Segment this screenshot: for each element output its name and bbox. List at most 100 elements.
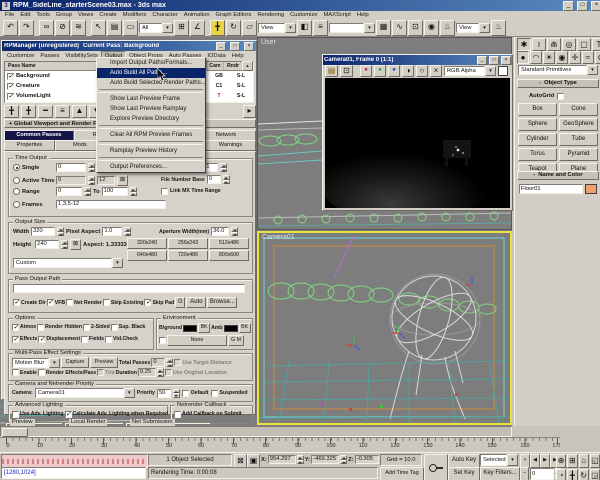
- add-time-tag-button[interactable]: Add Time Tag: [380, 467, 424, 480]
- close-button[interactable]: ×: [244, 42, 254, 51]
- blue-channel-icon[interactable]: ●: [388, 65, 400, 77]
- total-passes-field[interactable]: 0: [151, 358, 165, 367]
- key-mode-combo[interactable]: Selected ▼: [480, 454, 518, 466]
- select-and-rotate-icon[interactable]: ↻: [226, 20, 241, 36]
- key-step-icon[interactable]: –: [520, 467, 529, 480]
- select-and-scale-icon[interactable]: ▱: [242, 20, 257, 36]
- unlink-selection-icon[interactable]: ⊘: [55, 20, 70, 36]
- env-map-button[interactable]: None: [167, 335, 227, 346]
- preset-640x480-button[interactable]: 640x480: [127, 250, 167, 261]
- key-filters-button[interactable]: Key Filters...: [480, 467, 520, 480]
- amb-lock-button[interactable]: BK: [239, 323, 251, 333]
- maximize-button[interactable]: □: [577, 1, 588, 11]
- use-target-distance-checkbox[interactable]: [174, 359, 181, 366]
- spinner[interactable]: [157, 368, 164, 377]
- minimize-button[interactable]: _: [477, 56, 487, 65]
- arc-rotate-icon[interactable]: ↻: [579, 469, 589, 480]
- use-original-location-checkbox[interactable]: [165, 369, 172, 376]
- menu-item-output-preferences[interactable]: Output Preferences...: [97, 162, 205, 172]
- menu-animation[interactable]: Animation: [181, 11, 213, 19]
- size-preset-combo[interactable]: Custom ▼: [13, 258, 123, 268]
- quick-render-icon[interactable]: ♨: [491, 20, 506, 36]
- vfb-checkbox[interactable]: [47, 299, 54, 306]
- file-number-base-field[interactable]: 0: [207, 175, 221, 184]
- time-slider-handle[interactable]: [2, 428, 28, 437]
- render-type-combo[interactable]: View ▼: [456, 23, 490, 33]
- column-header[interactable]: Rndr: [223, 62, 242, 70]
- zoom-extents-icon[interactable]: ⌂: [579, 454, 589, 468]
- effects-checkbox[interactable]: [12, 336, 19, 343]
- camera-combo[interactable]: Camera01 ▼: [35, 388, 135, 398]
- clear-icon[interactable]: ×: [430, 65, 442, 77]
- copy-pass-icon[interactable]: ╋: [21, 105, 36, 118]
- set-key-big-button[interactable]: [424, 454, 448, 480]
- rpm-menu-passes[interactable]: Passes: [37, 52, 62, 60]
- delete-pass-icon[interactable]: ━: [38, 105, 53, 118]
- maximize-button[interactable]: □: [489, 56, 499, 65]
- active-to-field[interactable]: 12: [97, 176, 115, 185]
- render-scene-icon[interactable]: ♨: [440, 20, 455, 36]
- frames-radio[interactable]: [13, 201, 20, 208]
- chevron-down-icon[interactable]: ▼: [285, 23, 296, 33]
- auto-key-button[interactable]: Auto Key: [448, 454, 480, 468]
- mirror-icon[interactable]: ◧: [297, 20, 312, 36]
- background-color-swatch[interactable]: [183, 325, 197, 332]
- preset-720x486-button[interactable]: 720x486: [168, 250, 208, 261]
- tint-checkbox[interactable]: [97, 369, 104, 376]
- hierarchy-tab-icon[interactable]: ⋒: [547, 38, 561, 51]
- title-bar[interactable]: 3 RPM_SideLine_starterScene03.max - 3ds …: [0, 0, 600, 11]
- chevron-down-icon[interactable]: ▼: [162, 23, 173, 33]
- column-header[interactable]: Cam: [206, 62, 223, 70]
- chevron-down-icon[interactable]: ▼: [507, 454, 518, 466]
- move-pass-up-icon[interactable]: ▲: [72, 105, 87, 118]
- link-time-range-checkbox[interactable]: [161, 188, 168, 195]
- preset-512x486-button[interactable]: 512x486: [209, 238, 249, 249]
- ambient-color-swatch[interactable]: [224, 325, 238, 332]
- spinner[interactable]: [61, 240, 68, 249]
- material-editor-icon[interactable]: ◉: [424, 20, 439, 36]
- render-effects-pass-checkbox[interactable]: [38, 369, 45, 376]
- menu-file[interactable]: File: [2, 11, 17, 19]
- preset-800x600-button[interactable]: 800x600: [209, 250, 249, 261]
- preview-button[interactable]: Preview: [90, 357, 118, 368]
- pan-icon[interactable]: ╋: [567, 469, 577, 480]
- auto-button[interactable]: Auto: [186, 297, 206, 308]
- skip-pad-checkbox[interactable]: [144, 299, 151, 306]
- spinner[interactable]: [220, 163, 227, 172]
- minimize-button[interactable]: _: [216, 42, 226, 51]
- scroll-up-icon[interactable]: ▲: [242, 61, 253, 71]
- menu-item-ramplay-preview-history[interactable]: Ramplay Preview History: [97, 146, 205, 156]
- autogrid-checkbox[interactable]: [557, 93, 564, 100]
- rendered-frame-window[interactable]: Camera01, Frame 0 (1:1) _ □ × ▤ ⊡ ● ● ● …: [322, 54, 513, 211]
- curve-editor-icon[interactable]: ∿: [392, 20, 407, 36]
- tab-warnings[interactable]: Warnings: [205, 140, 256, 151]
- width-field[interactable]: 320: [31, 227, 55, 236]
- pass-enabled-checkbox[interactable]: [7, 83, 14, 90]
- zoom-extents-all-icon[interactable]: ◱: [590, 454, 600, 468]
- net-render-checkbox[interactable]: [66, 299, 73, 306]
- add-callback-checkbox[interactable]: [174, 411, 181, 418]
- menu-item-import-output-paths[interactable]: Import Output Paths/Formats...: [97, 58, 205, 68]
- chevron-down-icon[interactable]: ▼: [479, 23, 490, 33]
- monochrome-icon[interactable]: ○: [416, 65, 428, 77]
- spinner[interactable]: [130, 187, 137, 196]
- menu-character[interactable]: Character: [149, 11, 180, 19]
- bg-lock-button[interactable]: BK: [198, 323, 210, 333]
- cameras-category-icon[interactable]: ◉: [556, 51, 568, 64]
- save-bitmap-icon[interactable]: ▤: [325, 65, 338, 77]
- menu-graph-editors[interactable]: Graph Editors: [213, 11, 255, 19]
- chevron-down-icon[interactable]: ▼: [124, 388, 135, 398]
- box-button[interactable]: Box: [518, 103, 557, 116]
- spacewarps-category-icon[interactable]: ≈: [582, 51, 594, 64]
- primitive-category-combo[interactable]: Standard Primitives ▼: [518, 65, 598, 75]
- spinner[interactable]: [57, 227, 64, 236]
- channel-display-combo[interactable]: RGB Alpha ▼: [444, 66, 496, 76]
- previous-frame-icon[interactable]: ◀: [530, 454, 540, 468]
- x-field[interactable]: 954.297: [268, 455, 296, 464]
- capture-button[interactable]: Capture: [61, 357, 89, 368]
- mini-listener-line[interactable]: [1280,1024]: [1, 467, 146, 479]
- schematic-view-icon[interactable]: ⊡: [408, 20, 423, 36]
- chevron-down-icon[interactable]: ▼: [49, 358, 60, 368]
- chevron-down-icon[interactable]: ▼: [364, 23, 375, 33]
- close-button[interactable]: ×: [501, 56, 511, 65]
